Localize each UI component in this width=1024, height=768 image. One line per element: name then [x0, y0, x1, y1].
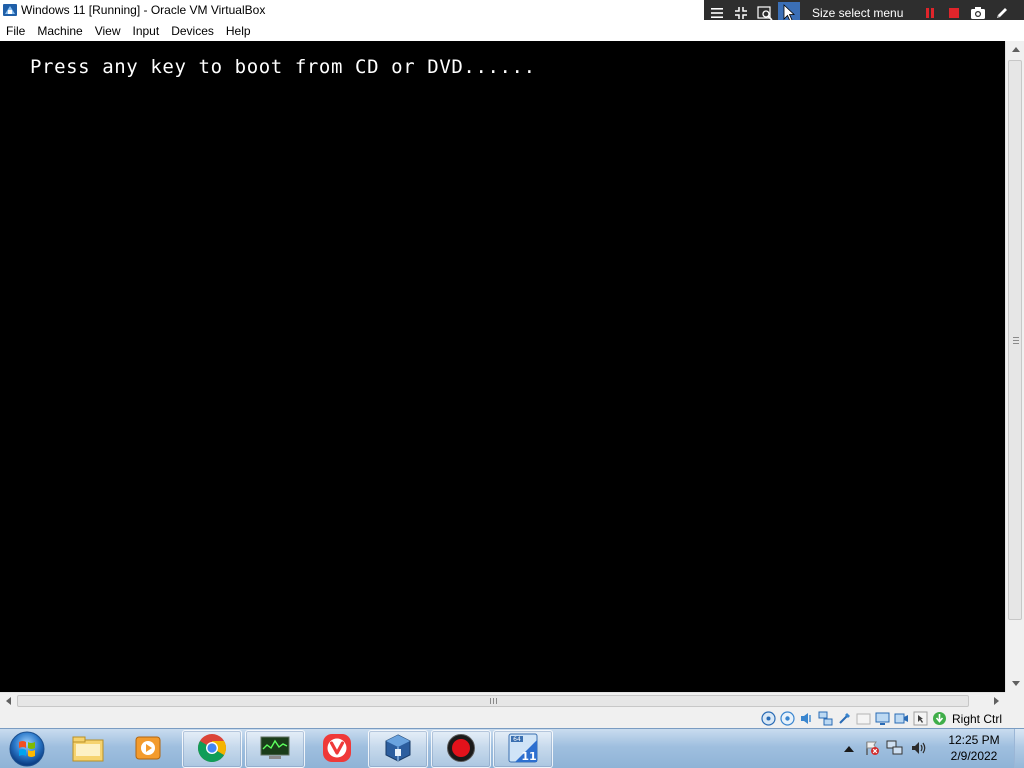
network-icon[interactable] — [818, 711, 834, 727]
vm-display[interactable]: Press any key to boot from CD or DVD....… — [0, 41, 1005, 692]
chrome-icon — [197, 733, 227, 766]
menu-help[interactable]: Help — [220, 24, 257, 38]
status-bar: Right Ctrl — [0, 709, 1024, 728]
network-tray-icon[interactable] — [886, 740, 904, 759]
horizontal-scrollbar[interactable] — [0, 692, 1005, 709]
size-select-menu-label[interactable]: Size select menu — [812, 6, 903, 20]
horizontal-scroll-thumb[interactable] — [17, 695, 969, 707]
system-monitor-icon — [259, 735, 291, 764]
svg-text:64: 64 — [513, 736, 521, 743]
mouse-integration-icon[interactable] — [913, 711, 929, 727]
clock-date: 2/9/2022 — [950, 749, 998, 763]
optical-drive-icon[interactable] — [780, 711, 796, 727]
taskbar-google-chrome[interactable] — [182, 730, 242, 768]
menu-view[interactable]: View — [89, 24, 127, 38]
virtualbox-icon — [383, 733, 413, 766]
horizontal-grip-icon — [490, 698, 497, 704]
volume-icon[interactable] — [910, 740, 928, 759]
taskbar-system-monitor[interactable] — [245, 730, 305, 768]
taskbar-clock[interactable]: 12:25 PM 2/9/2022 — [938, 732, 1010, 764]
vertical-grip-icon — [1013, 337, 1019, 344]
keyboard-icon[interactable] — [932, 711, 948, 727]
svg-text:11: 11 — [521, 750, 536, 763]
display-icon[interactable] — [875, 711, 891, 727]
scroll-left-arrow-icon[interactable] — [0, 693, 17, 709]
menu-bar: File Machine View Input Devices Help — [0, 20, 1024, 41]
system-tray — [844, 729, 928, 768]
hard-disk-icon[interactable] — [761, 711, 777, 727]
taskbar-windows-explorer[interactable] — [58, 730, 118, 768]
boot-message: Press any key to boot from CD or DVD....… — [30, 56, 536, 78]
vivaldi-icon — [322, 733, 352, 766]
show-desktop-button[interactable] — [1014, 729, 1024, 768]
menu-input[interactable]: Input — [127, 24, 166, 38]
menu-devices[interactable]: Devices — [165, 24, 220, 38]
start-button[interactable] — [6, 730, 48, 768]
taskbar: 64 11 12:25 PM 2/9/2022 — [0, 728, 1024, 768]
scroll-up-arrow-icon[interactable] — [1006, 41, 1024, 58]
folder-icon — [72, 734, 104, 765]
taskbar-windows-11-vm[interactable]: 64 11 — [493, 730, 553, 768]
virtualbox-app-icon — [2, 2, 18, 18]
windows-11-vm-icon: 64 11 — [507, 732, 539, 767]
menu-file[interactable]: File — [0, 24, 31, 38]
usb-icon[interactable] — [837, 711, 853, 727]
audio-icon[interactable] — [799, 711, 815, 727]
action-center-flag-icon[interactable] — [864, 740, 880, 759]
video-capture-icon[interactable] — [894, 711, 910, 727]
host-key-label[interactable]: Right Ctrl — [952, 712, 1002, 726]
taskbar-virtualbox[interactable] — [368, 730, 428, 768]
scroll-right-arrow-icon[interactable] — [988, 693, 1005, 709]
scrollbar-corner — [1005, 692, 1024, 709]
vertical-scrollbar[interactable] — [1005, 41, 1024, 692]
vertical-scroll-thumb[interactable] — [1008, 60, 1022, 620]
shared-folder-icon[interactable] — [856, 711, 872, 727]
clock-time: 12:25 PM — [948, 733, 1000, 747]
record-icon — [446, 733, 476, 766]
window-title: Windows 11 [Running] - Oracle VM Virtual… — [21, 3, 266, 17]
scroll-down-arrow-icon[interactable] — [1006, 675, 1024, 692]
taskbar-screen-recorder[interactable] — [431, 730, 491, 768]
media-player-icon — [134, 734, 162, 765]
taskbar-media-player[interactable] — [118, 730, 178, 768]
menu-machine[interactable]: Machine — [31, 24, 88, 38]
show-hidden-icons-icon[interactable] — [844, 742, 854, 756]
taskbar-vivaldi[interactable] — [307, 730, 367, 768]
